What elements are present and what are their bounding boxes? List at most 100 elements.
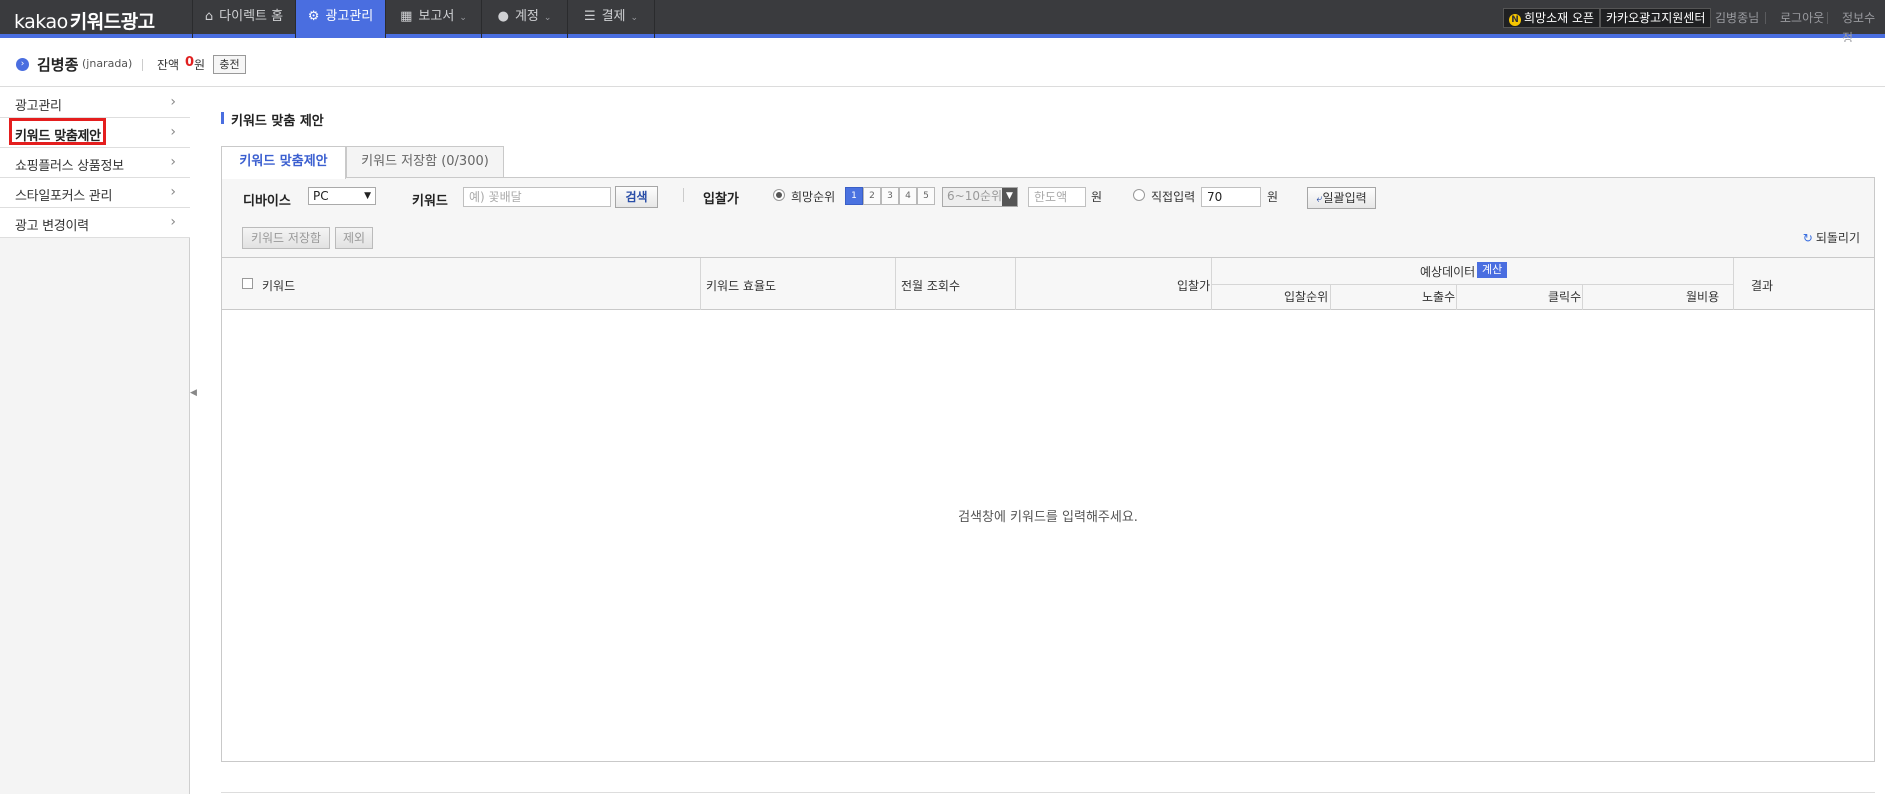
nav-account[interactable]: ● 계정 ⌄ bbox=[481, 0, 567, 38]
gear-icon: ⚙ bbox=[307, 9, 320, 24]
device-label: 디바이스 bbox=[243, 194, 291, 209]
bulk-input-label: 일괄입력 bbox=[1322, 191, 1367, 205]
search-button[interactable]: 검색 bbox=[615, 186, 658, 208]
rank-button-5[interactable]: 5 bbox=[917, 187, 935, 205]
rank-button-2[interactable]: 2 bbox=[863, 187, 881, 205]
sidebar-item-label: 광고관리 bbox=[15, 99, 62, 114]
nav-label: 광고관리 bbox=[325, 9, 374, 24]
reset-link[interactable]: ↻ 되돌리기 bbox=[1803, 229, 1860, 246]
column-header-monthly-cost[interactable]: 월비용 bbox=[1686, 288, 1719, 305]
limit-amount-input[interactable]: 한도액 bbox=[1028, 187, 1086, 207]
nav-report[interactable]: ▦ 보고서 ⌄ bbox=[385, 0, 481, 38]
keyword-label: 키워드 bbox=[412, 194, 448, 209]
rank-button-3[interactable]: 3 bbox=[881, 187, 899, 205]
reset-label: 되돌리기 bbox=[1815, 231, 1860, 245]
rank-range-value: 6~10순위 bbox=[947, 189, 1003, 203]
promo-button[interactable]: N 희망소재 오픈 bbox=[1503, 8, 1601, 28]
chevron-right-icon: › bbox=[170, 184, 176, 200]
action-bar: 키워드 저장함 제외 ↻ 되돌리기 bbox=[221, 218, 1875, 258]
table-header: 키워드 키워드 효율도 전월 조회수 입찰가 예상데이터 계산 입찰순위 노출수… bbox=[222, 258, 1874, 310]
user-icon: ● bbox=[497, 9, 509, 24]
sidebar-item-style-focus[interactable]: 스타일포커스 관리 › bbox=[0, 178, 190, 208]
currency-unit: 원 bbox=[1267, 190, 1279, 204]
device-select-value: PC bbox=[313, 189, 329, 203]
nav-label: 결제 bbox=[601, 9, 626, 24]
new-badge-icon: N bbox=[1509, 14, 1521, 26]
select-all-checkbox[interactable] bbox=[242, 278, 253, 289]
top-navigation-bar: kakao 키워드광고 ⌂ 다이렉트 홈 ⚙ 광고관리 ▦ 보고서 ⌄ ● 계정 ⌄ ☰ 결제 ⌄… bbox=[0, 0, 1885, 45]
chevron-right-icon: › bbox=[170, 214, 176, 230]
column-divider bbox=[895, 258, 896, 310]
divider bbox=[1765, 12, 1766, 24]
divider bbox=[142, 59, 143, 71]
balance-label: 잔액 bbox=[157, 58, 180, 72]
sidebar-item-label: 쇼핑플러스 상품정보 bbox=[15, 159, 124, 174]
chevron-down-icon: ⌄ bbox=[630, 13, 639, 23]
nav-label: 계정 bbox=[514, 9, 539, 24]
balance-value: 0 bbox=[185, 55, 195, 70]
column-header-keyword[interactable]: 키워드 bbox=[262, 277, 295, 294]
sidebar: 광고관리 › 키워드 맞춤제안 › 쇼핑플러스 상품정보 › 스타일포커스 관리… bbox=[0, 88, 190, 794]
nav-label: 보고서 bbox=[418, 9, 455, 24]
page-title: 키워드 맞춤 제안 bbox=[231, 114, 324, 129]
divider bbox=[1827, 12, 1828, 24]
user-info-bar: › 김병종 (jnarada) 잔액 0 원 충전 bbox=[0, 42, 1885, 87]
keyword-search-input[interactable]: 예) 꽃배달 bbox=[463, 187, 611, 207]
rank-option-label: 희망순위 bbox=[791, 190, 836, 204]
chart-icon: ▦ bbox=[400, 9, 413, 24]
support-center-button[interactable]: 카카오광고지원센터 bbox=[1600, 8, 1712, 28]
chevron-down-icon: ⌄ bbox=[543, 13, 552, 23]
column-header-rank[interactable]: 입찰순위 bbox=[1284, 288, 1328, 305]
direct-bid-input[interactable]: 70 bbox=[1201, 187, 1261, 207]
rank-option-radio[interactable] bbox=[773, 189, 785, 201]
column-divider bbox=[1330, 284, 1331, 310]
sidebar-item-change-history[interactable]: 광고 변경이력 › bbox=[0, 208, 190, 238]
promo-label: 희망소재 오픈 bbox=[1524, 11, 1595, 25]
save-to-storage-button[interactable]: 키워드 저장함 bbox=[242, 227, 330, 249]
sidebar-item-label: 스타일포커스 관리 bbox=[15, 189, 113, 204]
chevron-right-icon: › bbox=[170, 124, 176, 140]
sidebar-item-ad-management[interactable]: 광고관리 › bbox=[0, 88, 190, 118]
direct-input-radio[interactable] bbox=[1133, 189, 1145, 201]
nav-ad-management[interactable]: ⚙ 광고관리 bbox=[295, 0, 385, 38]
nav-payment[interactable]: ☰ 결제 ⌄ bbox=[567, 0, 655, 38]
divider bbox=[683, 188, 684, 202]
nav-label: 다이렉트 홈 bbox=[219, 9, 284, 24]
home-icon: ⌂ bbox=[204, 9, 214, 24]
chevron-right-icon: › bbox=[170, 94, 176, 110]
currency-unit: 원 bbox=[1091, 190, 1103, 204]
chevron-right-icon: › bbox=[170, 154, 176, 170]
column-divider bbox=[700, 258, 701, 310]
column-header-monthly-views[interactable]: 전월 조회수 bbox=[901, 277, 960, 294]
tab-keyword-recommendation[interactable]: 키워드 맞춤제안 bbox=[221, 146, 346, 179]
collapse-handle-icon[interactable]: ◀ bbox=[190, 388, 197, 404]
row-divider bbox=[1211, 284, 1734, 285]
divider bbox=[221, 792, 1875, 793]
column-header-clicks[interactable]: 클릭수 bbox=[1548, 288, 1581, 305]
nav-direct-home[interactable]: ⌂ 다이렉트 홈 bbox=[192, 0, 295, 38]
highlight-box bbox=[9, 118, 106, 145]
rank-button-1[interactable]: 1 bbox=[845, 187, 863, 205]
rank-range-select[interactable]: 6~10순위 ▼ bbox=[942, 187, 1018, 207]
exclude-button[interactable]: 제외 bbox=[335, 227, 373, 249]
column-header-result: 결과 bbox=[1751, 279, 1774, 293]
column-header-impressions[interactable]: 노출수 bbox=[1422, 288, 1455, 305]
logout-link[interactable]: 로그아웃 bbox=[1780, 8, 1824, 28]
balance-unit: 원 bbox=[194, 58, 206, 72]
direct-input-label: 직접입력 bbox=[1151, 190, 1196, 204]
charge-button[interactable]: 충전 bbox=[213, 55, 246, 74]
triangle-down-icon: ▼ bbox=[1002, 188, 1017, 206]
rank-button-4[interactable]: 4 bbox=[899, 187, 917, 205]
calculate-button[interactable]: 계산 bbox=[1477, 262, 1508, 278]
bulk-input-button[interactable]: ⤶일괄입력 bbox=[1307, 187, 1376, 209]
device-select[interactable]: PC ▼ bbox=[308, 187, 376, 205]
profile-edit-link[interactable]: 정보수정 bbox=[1842, 8, 1885, 45]
sidebar-item-shopping-plus[interactable]: 쇼핑플러스 상품정보 › bbox=[0, 148, 190, 178]
triangle-down-icon: ▼ bbox=[364, 191, 371, 201]
column-header-bid: 입찰가 bbox=[1177, 279, 1211, 293]
logo[interactable]: kakao 키워드광고 bbox=[14, 7, 155, 34]
column-header-efficiency[interactable]: 키워드 효율도 bbox=[706, 277, 776, 294]
sidebar-item-label: 광고 변경이력 bbox=[15, 219, 89, 234]
user-id: (jnarada) bbox=[82, 57, 133, 70]
tab-keyword-storage[interactable]: 키워드 저장함 (0/300) bbox=[346, 146, 504, 178]
